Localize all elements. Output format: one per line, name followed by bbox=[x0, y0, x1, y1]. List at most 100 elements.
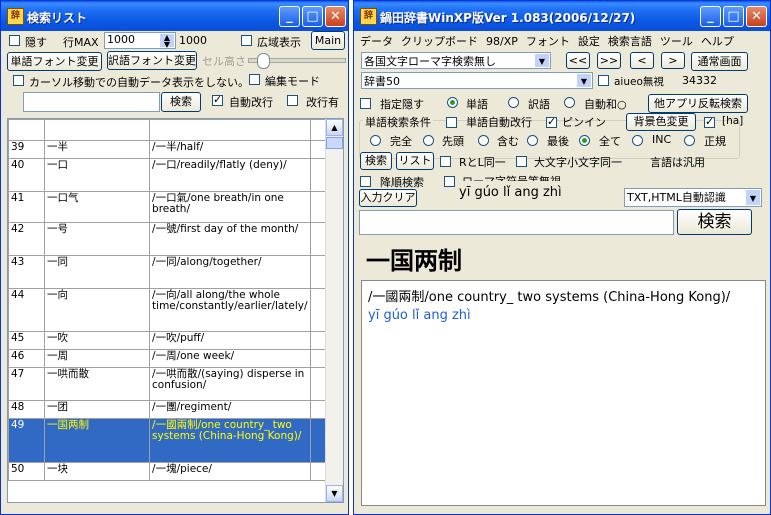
header-cell bbox=[8, 119, 46, 141]
list-search-button[interactable]: 検索 bbox=[161, 92, 201, 112]
chevron-down-icon[interactable]: ▼ bbox=[535, 54, 549, 67]
auto-wrap-checkbox[interactable] bbox=[212, 93, 223, 106]
maximize-icon[interactable]: □ bbox=[302, 6, 323, 27]
word-auto-wrap-label: 単語自動改行 bbox=[466, 116, 532, 129]
main-search-button[interactable]: 検索 bbox=[677, 209, 752, 235]
auto-wrap-label: 自動改行 bbox=[229, 96, 273, 109]
search-button[interactable]: 検索 bbox=[360, 152, 392, 170]
menu-tools[interactable]: ツール bbox=[660, 35, 693, 48]
trans-font-button[interactable]: 訳語フォント変更 bbox=[107, 51, 197, 70]
menu-clipboard[interactable]: クリップボード bbox=[401, 35, 478, 48]
close-icon[interactable]: ✕ bbox=[325, 6, 346, 27]
match-contains-radio[interactable] bbox=[478, 135, 489, 146]
menu-data[interactable]: データ bbox=[360, 35, 393, 48]
definition-text: /一國兩制/one country_ two systems (China-Ho… bbox=[368, 290, 731, 305]
nav-prev-button[interactable]: < bbox=[630, 52, 654, 69]
search-list-titlebar[interactable]: 辞 検索リスト _ □ ✕ bbox=[1, 1, 348, 31]
cell-height-slider[interactable] bbox=[248, 53, 346, 69]
normal-screen-button[interactable]: 通常画面 bbox=[691, 52, 748, 71]
list-button[interactable]: リスト bbox=[396, 152, 434, 170]
nav-last-button[interactable]: >> bbox=[597, 52, 621, 69]
case-same-checkbox[interactable] bbox=[516, 156, 527, 167]
case-same-label: 大文字小文字同一 bbox=[534, 156, 622, 169]
ha-checkbox[interactable] bbox=[704, 115, 715, 128]
match-full-radio[interactable] bbox=[370, 135, 381, 146]
radio-trans[interactable] bbox=[508, 97, 519, 108]
app-icon: 辞 bbox=[360, 8, 377, 25]
group-checkbox[interactable] bbox=[446, 117, 457, 128]
pinyin-checkbox[interactable] bbox=[546, 115, 557, 128]
slider-thumb[interactable] bbox=[257, 53, 270, 69]
header-cell bbox=[44, 119, 151, 141]
menu-98xp[interactable]: 98/XP bbox=[486, 35, 518, 48]
match-suffix-radio[interactable] bbox=[527, 135, 538, 146]
table-row[interactable]: 41 一口气/一口氣/one breath/in one breath/ bbox=[8, 191, 343, 223]
main-button[interactable]: Main bbox=[311, 31, 345, 50]
row-word: 一向 bbox=[44, 288, 151, 332]
word-font-button[interactable]: 単語フォント変更 bbox=[7, 52, 102, 71]
wrap-checkbox[interactable] bbox=[287, 95, 298, 106]
descending-checkbox[interactable] bbox=[360, 176, 371, 187]
table-row[interactable]: 45 一吹/一吹/puff/ bbox=[8, 331, 343, 350]
app-icon: 辞 bbox=[7, 8, 24, 25]
radio-word[interactable] bbox=[447, 97, 458, 108]
specify-hide-checkbox[interactable] bbox=[360, 98, 371, 109]
radio-auto[interactable] bbox=[564, 97, 575, 108]
chevron-down-icon[interactable]: ▼ bbox=[746, 190, 760, 205]
hide-checkbox[interactable] bbox=[9, 35, 20, 46]
match-all-radio[interactable] bbox=[579, 135, 590, 146]
table-row[interactable]: 39 一半/一半/half/ bbox=[8, 140, 343, 159]
table-row-selected[interactable]: 49 一国两制/一國兩制/one country_ two systems (Ch… bbox=[8, 418, 343, 463]
menu-search-language[interactable]: 検索言語 bbox=[608, 35, 652, 48]
result-grid[interactable]: 39 一半/一半/half/ 40 一口/一口/readily/flatly (de… bbox=[7, 118, 344, 503]
scroll-thumb[interactable] bbox=[326, 137, 343, 149]
menu-font[interactable]: フォント bbox=[526, 35, 570, 48]
table-row[interactable]: 47 一哄而散/一哄而散/(saying) disperse in confusi… bbox=[8, 367, 343, 401]
row-word: 一口 bbox=[44, 158, 151, 192]
scroll-up-icon[interactable]: ▲ bbox=[326, 119, 343, 136]
table-row[interactable]: 46 一周/一周/one week/ bbox=[8, 349, 343, 368]
table-row[interactable]: 43 一同/一同/along/together/ bbox=[8, 255, 343, 289]
main-search-input[interactable] bbox=[359, 210, 674, 235]
table-row[interactable]: 48 一团/一團/regiment/ bbox=[8, 400, 343, 419]
table-row[interactable]: 42 一号/一號/first day of the month/ bbox=[8, 222, 343, 256]
wide-display-checkbox[interactable] bbox=[241, 35, 252, 46]
edit-mode-checkbox[interactable] bbox=[249, 74, 260, 85]
list-search-input[interactable] bbox=[23, 92, 160, 112]
aiueo-checkbox[interactable] bbox=[598, 75, 609, 86]
cursor-auto-checkbox[interactable] bbox=[13, 75, 24, 86]
menu-help[interactable]: ヘルプ bbox=[701, 35, 734, 48]
dictionary-select[interactable]: 辞書50 ▼ bbox=[361, 72, 593, 89]
output-format-select[interactable]: TXT,HTML自動認識 ▼ bbox=[624, 188, 762, 207]
close-icon[interactable]: ✕ bbox=[746, 6, 767, 27]
nav-first-button[interactable]: << bbox=[566, 52, 590, 69]
bg-color-button[interactable]: 背景色変更 bbox=[626, 113, 696, 131]
output-format-value: TXT,HTML自動認識 bbox=[627, 191, 726, 204]
match-prefix-radio[interactable] bbox=[423, 135, 434, 146]
row-max-spinner[interactable]: 1000 ▲ ▼ bbox=[104, 32, 176, 49]
scroll-down-icon[interactable]: ▼ bbox=[326, 485, 343, 502]
row-max-total: 1000 bbox=[179, 34, 207, 47]
other-app-search-button[interactable]: 他アプリ反転検索 bbox=[648, 94, 748, 113]
table-row[interactable]: 44 一向/一向/all along/the whole time/constan… bbox=[8, 288, 343, 332]
search-mode-select[interactable]: 各国文字ローマ字検索無し ▼ bbox=[361, 52, 551, 69]
dictionary-titlebar[interactable]: 辞 鍋田辞書WinXP版Ver 1.083(2006/12/27) _ □ ✕ bbox=[354, 1, 770, 31]
table-row[interactable]: 40 一口/一口/readily/flatly (deny)/ bbox=[8, 158, 343, 192]
match-inc-radio[interactable] bbox=[632, 135, 643, 146]
nav-next-button[interactable]: > bbox=[661, 52, 685, 69]
row-definition: /一塊/piece/ bbox=[149, 462, 311, 481]
table-header-row bbox=[8, 119, 343, 141]
spinner-arrows-icon[interactable]: ▲ ▼ bbox=[160, 34, 174, 48]
roman-ignore-checkbox[interactable] bbox=[444, 176, 455, 187]
grid-scrollbar[interactable]: ▲ ▼ bbox=[325, 119, 343, 502]
rl-same-checkbox[interactable] bbox=[440, 156, 451, 167]
input-clear-button[interactable]: 入力クリア bbox=[359, 189, 417, 207]
menu-settings[interactable]: 設定 bbox=[578, 35, 600, 48]
table-row[interactable]: 50 一块/一塊/piece/ bbox=[8, 462, 343, 481]
definition-panel[interactable]: /一國兩制/one country_ two systems (China-Ho… bbox=[361, 280, 766, 506]
maximize-icon[interactable]: □ bbox=[723, 6, 744, 27]
match-regex-radio[interactable] bbox=[684, 135, 695, 146]
minimize-icon[interactable]: _ bbox=[700, 6, 721, 27]
minimize-icon[interactable]: _ bbox=[279, 6, 300, 27]
chevron-down-icon[interactable]: ▼ bbox=[577, 74, 591, 87]
